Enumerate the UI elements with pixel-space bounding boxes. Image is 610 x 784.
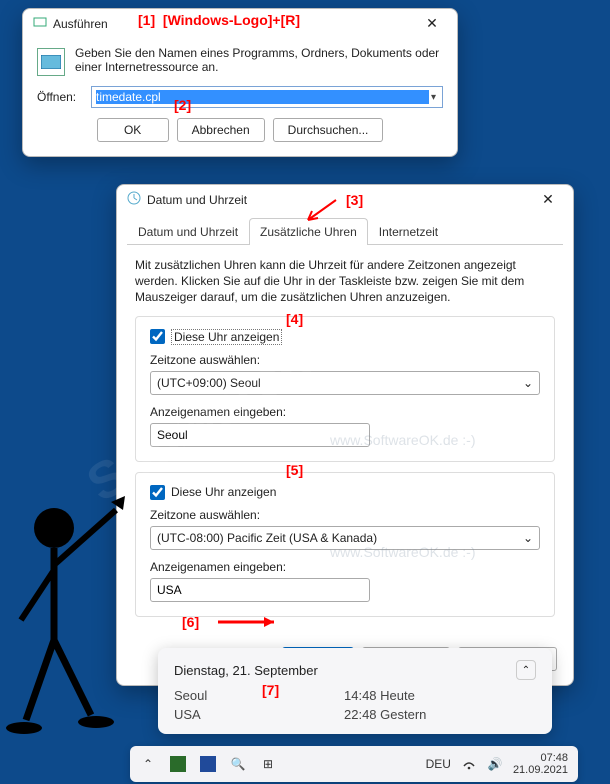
open-label: Öffnen: (37, 90, 81, 104)
lang-indicator[interactable]: DEU (426, 757, 451, 771)
dt-title: Datum und Uhrzeit (147, 193, 533, 207)
datetime-dialog: Datum und Uhrzeit ✕ Datum und Uhrzeit Zu… (116, 184, 574, 686)
tab-internet-time[interactable]: Internetzeit (368, 218, 449, 245)
flyout-row1-time: 14:48 (344, 688, 377, 703)
taskbar: ⌃ 🔍 ⊞ DEU 🔊 07:48 21.09.2021 (130, 746, 578, 782)
volume-icon[interactable]: 🔊 (487, 756, 503, 772)
wifi-icon[interactable] (461, 756, 477, 772)
clock2-tz-select[interactable]: (UTC-08:00) Pacific Zeit (USA & Kanada) … (150, 526, 540, 550)
flyout-row2-rel: Gestern (380, 707, 426, 722)
chevron-down-icon: ⌄ (523, 376, 533, 390)
clock2-show-checkbox[interactable] (150, 485, 165, 500)
clock1-group: Diese Uhr anzeigen Zeitzone auswählen: (… (135, 316, 555, 462)
close-icon[interactable]: ✕ (417, 15, 447, 32)
chevron-down-icon: ⌄ (523, 531, 533, 545)
run-icon-small (33, 15, 47, 32)
close-icon[interactable]: ✕ (533, 191, 563, 208)
run-title: Ausführen (53, 17, 417, 31)
arrow-icon (216, 612, 286, 632)
clock2-show-label: Diese Uhr anzeigen (171, 485, 276, 499)
flyout-row2-name: USA (174, 707, 264, 722)
clock1-name-input[interactable] (150, 423, 370, 447)
taskbar-clock[interactable]: 07:48 21.09.2021 (513, 752, 568, 776)
taskbar-time: 07:48 (513, 752, 568, 764)
run-desc: Geben Sie den Namen eines Programms, Ord… (75, 46, 443, 74)
arrow-icon (300, 198, 340, 228)
browse-button[interactable]: Durchsuchen... (273, 118, 384, 142)
flyout-row1-name: Seoul (174, 688, 264, 703)
tabs: Datum und Uhrzeit Zusätzliche Uhren Inte… (127, 218, 563, 245)
dt-titlebar[interactable]: Datum und Uhrzeit ✕ (117, 185, 573, 214)
tray-icon[interactable] (170, 756, 186, 772)
clock1-show-checkbox[interactable] (150, 329, 165, 344)
clock1-tz-value: (UTC+09:00) Seoul (157, 376, 261, 390)
chevron-up-icon[interactable]: ⌃ (516, 660, 536, 680)
run-dialog: Ausführen ✕ Geben Sie den Namen eines Pr… (22, 8, 458, 157)
cancel-button[interactable]: Abbrechen (177, 118, 265, 142)
globe-clock-icon (127, 191, 141, 208)
open-combo[interactable]: ▾ (91, 86, 443, 108)
flyout-date: Dienstag, 21. September (174, 663, 318, 678)
clock2-tz-value: (UTC-08:00) Pacific Zeit (USA & Kanada) (157, 531, 377, 545)
clock2-name-label: Anzeigenamen eingeben: (150, 560, 540, 574)
clock2-tz-label: Zeitzone auswählen: (150, 508, 540, 522)
run-app-icon (37, 48, 65, 76)
stick-figure (6, 490, 136, 745)
taskbar-date: 21.09.2021 (513, 764, 568, 776)
chevron-up-icon[interactable]: ⌃ (140, 756, 156, 772)
clock1-tz-label: Zeitzone auswählen: (150, 353, 540, 367)
tab-datetime[interactable]: Datum und Uhrzeit (127, 218, 249, 245)
clock-flyout: Dienstag, 21. September ⌃ Seoul 14:48 He… (158, 648, 552, 734)
clock1-name-label: Anzeigenamen eingeben: (150, 405, 540, 419)
clock2-group: Diese Uhr anzeigen Zeitzone auswählen: (… (135, 472, 555, 617)
flyout-row2-time: 22:48 (344, 707, 377, 722)
ok-button[interactable]: OK (97, 118, 169, 142)
open-input[interactable] (96, 90, 429, 104)
flyout-row1-rel: Heute (380, 688, 415, 703)
clock2-name-input[interactable] (150, 578, 370, 602)
dt-intro: Mit zusätzlichen Uhren kann die Uhrzeit … (135, 257, 555, 306)
touchpad-icon[interactable]: ⊞ (260, 756, 276, 772)
search-icon[interactable]: 🔍 (230, 756, 246, 772)
clock1-show-label: Diese Uhr anzeigen (171, 329, 282, 345)
tray-icon[interactable] (200, 756, 216, 772)
chevron-down-icon[interactable]: ▾ (429, 92, 438, 103)
run-titlebar[interactable]: Ausführen ✕ (23, 9, 457, 38)
clock1-tz-select[interactable]: (UTC+09:00) Seoul ⌄ (150, 371, 540, 395)
